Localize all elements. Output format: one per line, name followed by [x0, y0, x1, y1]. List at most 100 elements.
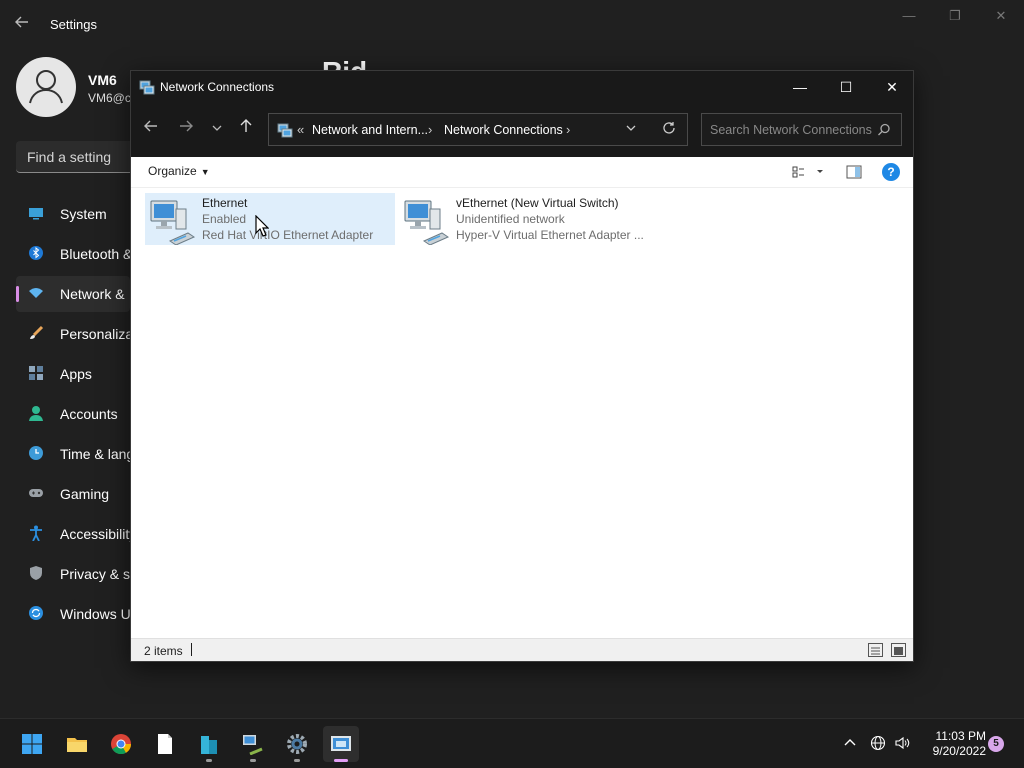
sidebar-item-apps[interactable]: Apps — [16, 356, 130, 392]
shield-icon — [28, 565, 44, 581]
wifi-icon — [28, 285, 44, 301]
window-title: Network Connections — [160, 80, 275, 94]
clock-date: 9/20/2022 — [932, 744, 986, 758]
status-bar: 2 items — [131, 638, 913, 661]
accessibility-icon — [28, 525, 44, 542]
breadcrumb-overflow[interactable]: « — [297, 122, 304, 137]
taskbar-file-explorer[interactable] — [59, 726, 95, 762]
control-panel-icon — [277, 122, 293, 138]
chevron-down-icon — [212, 125, 222, 131]
settings-gear-icon — [287, 734, 307, 754]
breadcrumb-network-connections[interactable]: Network Connections — [444, 123, 563, 137]
gamepad-icon — [28, 485, 44, 501]
search-icon[interactable] — [876, 122, 892, 138]
maximize-button[interactable]: ☐ — [823, 71, 869, 103]
preview-pane-icon — [846, 165, 862, 179]
sidebar-item-gaming[interactable]: Gaming — [16, 476, 130, 512]
up-arrow-icon — [240, 119, 252, 132]
sidebar-item-label: System — [60, 206, 107, 222]
network-connections-window: Network Connections — ☐ ✕ « Network and … — [130, 70, 914, 662]
globe-network-icon[interactable] — [870, 735, 886, 754]
back-arrow-icon[interactable] — [14, 14, 34, 34]
settings-title: Settings — [50, 17, 97, 32]
volume-icon[interactable] — [894, 735, 910, 754]
running-indicator — [294, 759, 300, 762]
back-arrow-icon — [144, 120, 157, 132]
taskbar-chrome[interactable] — [103, 726, 139, 762]
organize-button[interactable]: Organize ▼ — [148, 164, 210, 178]
notepad-icon — [158, 734, 172, 754]
notification-badge[interactable]: 5 — [988, 736, 1004, 752]
find-setting-placeholder: Find a setting — [27, 149, 112, 165]
large-icons-view-icon[interactable] — [891, 643, 906, 657]
organize-label: Organize — [148, 164, 197, 178]
taskbar-notepad[interactable] — [147, 726, 183, 762]
find-setting-input[interactable]: Find a setting — [16, 141, 146, 173]
back-button[interactable] — [139, 118, 163, 142]
active-indicator — [16, 286, 19, 302]
taskbar-building-app[interactable] — [191, 726, 227, 762]
show-hidden-icons-icon[interactable] — [843, 735, 857, 752]
taskbar-settings[interactable] — [279, 726, 315, 762]
network-connections-icon — [331, 736, 351, 751]
change-view-button[interactable] — [791, 163, 827, 181]
sidebar-item-privacy[interactable]: Privacy & se — [16, 556, 130, 592]
address-bar[interactable]: « Network and Intern... › Network Connec… — [268, 113, 688, 146]
sidebar-item-accounts[interactable]: Accounts — [16, 396, 130, 432]
view-tiles-icon — [792, 166, 823, 178]
start-button[interactable] — [14, 726, 50, 762]
up-button[interactable] — [234, 118, 258, 142]
connection-item-ethernet[interactable]: Ethernet Enabled Red Hat VirtIO Ethernet… — [145, 193, 395, 246]
person-icon — [28, 405, 44, 421]
sidebar-item-label: Bluetooth & — [60, 246, 130, 262]
chrome-icon — [111, 734, 132, 755]
forward-button[interactable] — [174, 118, 198, 142]
search-input[interactable]: Search Network Connections — [701, 113, 902, 146]
preview-pane-button[interactable] — [845, 163, 863, 181]
sidebar-item-windows-update[interactable]: Windows U — [16, 596, 130, 632]
running-indicator — [206, 759, 212, 762]
minimize-button[interactable]: — — [777, 71, 823, 103]
update-icon — [28, 605, 44, 621]
breadcrumb-chevron-icon[interactable]: › — [428, 122, 432, 137]
sidebar-item-time-language[interactable]: Time & lang — [16, 436, 130, 472]
restore-icon[interactable]: ❐ — [940, 8, 970, 28]
avatar[interactable] — [16, 57, 76, 117]
building-app-icon — [201, 736, 217, 754]
clock-time: 11:03 PM — [935, 729, 986, 743]
connection-status: Enabled — [202, 212, 247, 226]
user-email: VM6@c — [88, 91, 131, 105]
sidebar-item-system[interactable]: System — [16, 196, 130, 232]
sidebar-item-label: Privacy & se — [60, 566, 130, 582]
clock-globe-icon — [28, 445, 44, 461]
sidebar-item-personalization[interactable]: Personaliza — [16, 316, 130, 352]
mouse-cursor-icon — [255, 214, 270, 237]
breadcrumb-network-internet[interactable]: Network and Intern... — [312, 123, 428, 137]
connection-item-vethernet[interactable]: vEthernet (New Virtual Switch) Unidentif… — [399, 193, 649, 246]
help-icon[interactable]: ? — [882, 163, 900, 181]
sidebar-item-label: Accounts — [60, 406, 118, 422]
taskbar-network-computer[interactable] — [235, 726, 271, 762]
minimize-icon[interactable]: — — [894, 8, 924, 28]
window-titlebar: Network Connections — ☐ ✕ — [131, 71, 913, 103]
search-placeholder: Search Network Connections — [710, 123, 872, 137]
sidebar-item-accessibility[interactable]: Accessibility — [16, 516, 130, 552]
details-view-icon[interactable] — [868, 643, 883, 657]
connection-status: Unidentified network — [456, 212, 565, 226]
network-connections-icon — [139, 79, 155, 95]
sidebar-item-bluetooth[interactable]: Bluetooth & — [16, 236, 130, 272]
connection-adapter: Red Hat VirtIO Ethernet Adapter — [202, 228, 374, 242]
address-dropdown-icon[interactable] — [625, 122, 637, 137]
item-count: 2 items — [144, 644, 183, 658]
user-name: VM6 — [88, 72, 117, 88]
sidebar-item-label: Accessibility — [60, 526, 130, 542]
breadcrumb-chevron-icon[interactable]: › — [566, 122, 570, 137]
close-button[interactable]: ✕ — [869, 71, 915, 103]
sidebar-item-network[interactable]: Network & — [16, 276, 130, 312]
sidebar-item-label: Apps — [60, 366, 92, 382]
taskbar-network-connections[interactable] — [323, 726, 359, 762]
close-icon[interactable]: ✕ — [986, 8, 1016, 28]
clock[interactable]: 11:03 PM 9/20/2022 — [920, 729, 986, 759]
refresh-icon[interactable] — [661, 120, 677, 141]
recent-locations-button[interactable] — [205, 118, 229, 142]
